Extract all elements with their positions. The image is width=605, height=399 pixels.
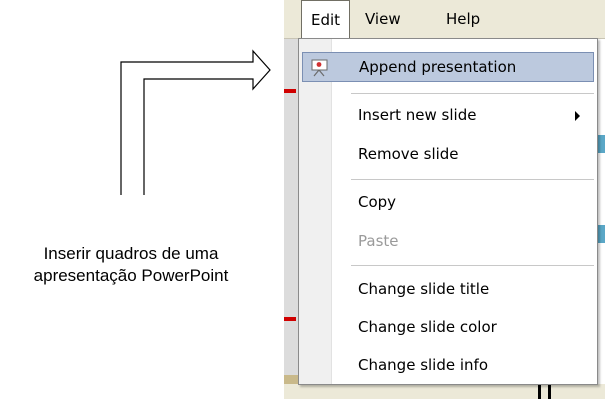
bottom-divider [538,384,541,399]
presentation-icon [311,59,328,77]
caption-line-2: apresentação PowerPoint [33,266,229,285]
right-decoration [598,225,605,243]
menu-separator [351,93,594,94]
menu-view[interactable]: View [356,0,410,38]
menu-item-label: Paste [358,232,399,250]
bottom-divider [548,384,551,399]
menu-item-remove-slide[interactable]: Remove slide [302,140,594,170]
menu-item-label: Change slide info [358,356,488,374]
red-marker [284,89,296,93]
menu-help[interactable]: Help [437,0,489,38]
right-panel-strip [598,38,605,399]
red-marker [284,317,296,321]
menu-item-copy[interactable]: Copy [302,188,594,218]
callout-arrow [120,49,271,195]
menu-separator [351,179,594,180]
right-decoration [598,135,605,153]
menu-item-change-slide-title[interactable]: Change slide title [302,275,594,305]
menu-item-change-slide-info[interactable]: Change slide info [302,351,594,381]
menu-item-label: Change slide color [358,318,497,336]
menu-item-label: Change slide title [358,280,490,298]
menu-item-change-slide-color[interactable]: Change slide color [302,313,594,343]
menu-item-insert-new-slide[interactable]: Insert new slide [302,101,594,131]
edit-menu-dropdown: Append presentation Insert new slide Rem… [298,38,598,385]
menu-edit[interactable]: Edit [301,0,351,40]
menu-item-append-presentation[interactable]: Append presentation [302,52,594,82]
menu-item-label: Append presentation [359,58,517,76]
menu-item-label: Insert new slide [358,106,477,124]
menu-item-label: Remove slide [358,145,459,163]
caption-line-1: Inserir quadros de uma [43,244,219,263]
submenu-arrow-icon [575,111,580,121]
menu-item-paste: Paste [302,227,594,257]
menu-item-label: Copy [358,193,397,211]
bottom-bar [284,384,605,399]
menu-separator [351,265,594,266]
